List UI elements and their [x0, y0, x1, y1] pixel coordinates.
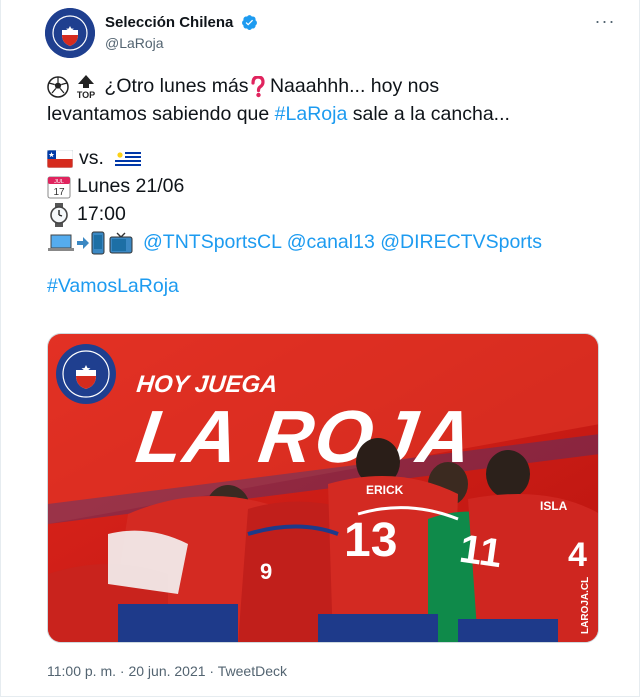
hoy-juega-la-roja-graphic: HOY JUEGA LA ROJA ERICK ISLA 13 11 9 4 L…: [48, 334, 598, 642]
tweet-line-broadcasters: @TNTSportsCL @canal13 @DIRECTVSports: [47, 228, 607, 256]
date-text: Lunes 21/06: [77, 175, 185, 197]
jersey-name-erick: ERICK: [366, 483, 404, 497]
verified-badge-icon: [241, 15, 257, 31]
jersey-name-isla: ISLA: [540, 499, 568, 513]
jersey-number-4: 4: [568, 536, 587, 574]
arrow-right-icon: [77, 236, 89, 249]
meta-separator: ·: [116, 663, 129, 679]
calendar-day-label: 17: [53, 187, 65, 198]
red-question-mark-icon: [250, 75, 265, 98]
mention-canal13-link[interactable]: @canal13: [287, 231, 375, 253]
jersey-number-11: 11: [457, 527, 505, 576]
hashtag-vamoslaroja-link[interactable]: #VamosLaRoja: [47, 275, 179, 297]
media-headline-small: HOY JUEGA: [135, 371, 279, 398]
jersey-number-9: 9: [260, 559, 272, 584]
tweet-source[interactable]: TweetDeck: [218, 663, 287, 679]
tweet-line-time: 17:00: [47, 200, 607, 228]
author-block[interactable]: Selección Chilena @LaRoja: [105, 14, 258, 51]
soccer-ball-icon: [47, 76, 69, 98]
laptop-icon: [48, 234, 74, 251]
hashtag-laroja-link[interactable]: #LaRoja: [275, 103, 348, 125]
tweet-line-2: levantamos sabiendo que #LaRoja sale a l…: [47, 100, 607, 128]
tweet-card: Selección Chilena @LaRoja ··· TOP ¿Otro …: [0, 0, 640, 697]
television-icon: [109, 232, 133, 254]
more-options-icon[interactable]: ···: [593, 12, 617, 36]
watch-icon: [50, 202, 68, 227]
jersey-number-13: 13: [344, 514, 397, 567]
mobile-phone-icon: [91, 231, 105, 255]
tweet-line-1-tail: Naaahhh... hoy nos: [264, 75, 440, 97]
tweet-meta: 11:00 p. m. · 20 jun. 2021 · TweetDeck: [47, 663, 287, 679]
uruguay-flag-icon: [115, 149, 142, 168]
calendar-month-label: JUL: [54, 179, 64, 185]
media-headline-big: LA ROJA: [132, 395, 480, 478]
tweet-time[interactable]: 11:00 p. m.: [47, 663, 116, 679]
tweet-line-2-post: sale a la cancha...: [347, 103, 510, 125]
author-handle[interactable]: @LaRoja: [105, 35, 258, 51]
svg-text:TOP: TOP: [77, 90, 95, 100]
time-text: 17:00: [77, 203, 126, 225]
tweet-line-1-text: ¿Otro lunes más: [99, 75, 249, 97]
federation-crest-icon: [45, 8, 95, 58]
media-side-text: LAROJA.CL: [580, 577, 591, 634]
tweet-header: Selección Chilena @LaRoja ···: [45, 8, 625, 58]
chile-flag-icon: [47, 149, 73, 168]
avatar[interactable]: [45, 8, 95, 58]
tweet-line-vs: vs.: [47, 144, 607, 172]
display-name[interactable]: Selección Chilena: [105, 14, 233, 31]
mention-tntsportscl-link[interactable]: @TNTSportsCL: [143, 231, 281, 253]
tweet-date[interactable]: 20 jun. 2021: [128, 663, 205, 679]
vs-text: vs.: [79, 147, 104, 169]
mention-directvsports-link[interactable]: @DIRECTVSports: [380, 231, 542, 253]
tweet-line-hashtag: #VamosLaRoja: [47, 272, 607, 300]
top-arrow-icon: TOP: [77, 74, 95, 100]
tweet-line-1: TOP ¿Otro lunes más Naaahhh... hoy nos: [47, 72, 607, 100]
tweet-line-2-pre: levantamos sabiendo que: [47, 103, 275, 125]
tweet-line-date: JUL 17 Lunes 21/06: [47, 172, 607, 200]
meta-separator: ·: [205, 663, 218, 679]
tweet-media-image[interactable]: HOY JUEGA LA ROJA ERICK ISLA 13 11 9 4 L…: [47, 333, 599, 643]
calendar-icon: JUL 17: [47, 176, 71, 199]
media-crest-icon: [56, 344, 116, 404]
tweet-text: TOP ¿Otro lunes más Naaahhh... hoy nos l…: [47, 72, 607, 300]
